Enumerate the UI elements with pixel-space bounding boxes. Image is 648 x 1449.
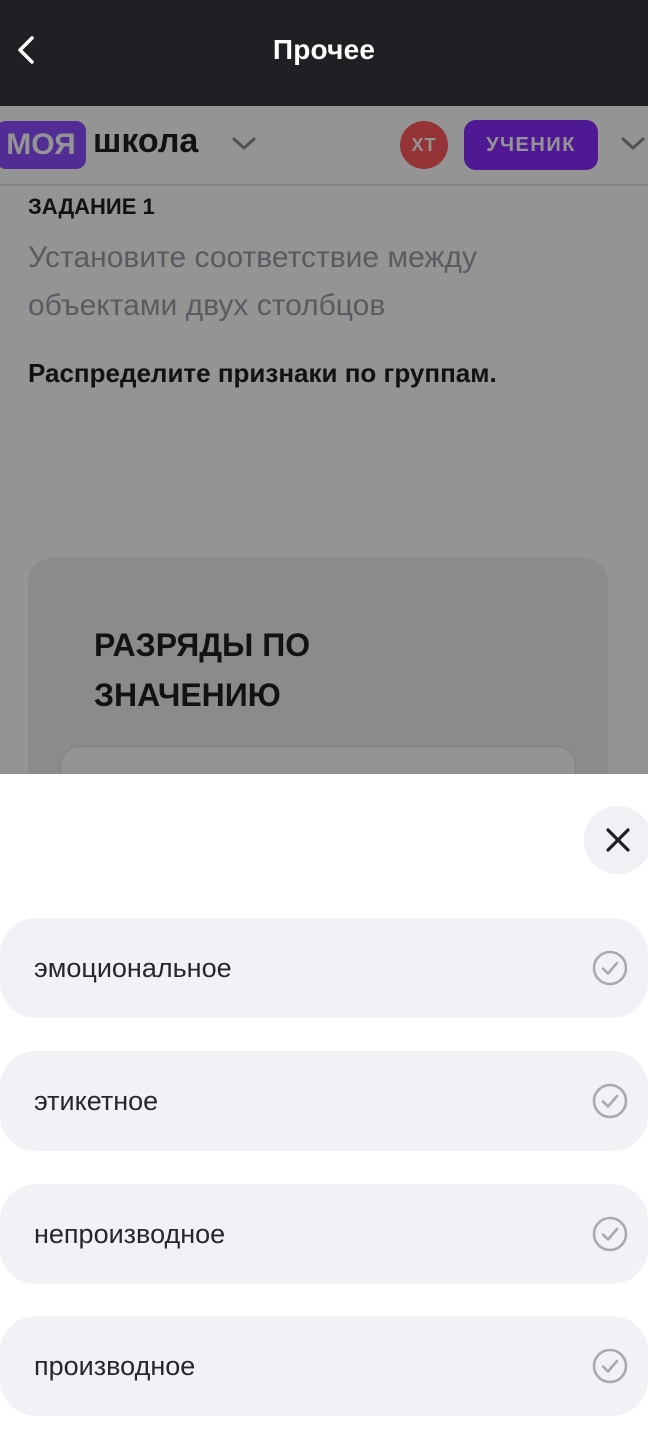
app-bar: Прочее: [0, 0, 648, 106]
page-content: МОЯ школа ХТ УЧЕНИК ЗАДАНИЕ 1 Установите…: [0, 106, 648, 774]
option-label: непроизводное: [34, 1218, 226, 1249]
option-item[interactable]: этикетное: [0, 1051, 648, 1151]
screen-title: Прочее: [272, 34, 376, 65]
option-label: этикетное: [34, 1085, 159, 1116]
check-circle-icon[interactable]: [592, 1083, 628, 1119]
close-button[interactable]: [584, 806, 648, 874]
dim-overlay[interactable]: [0, 106, 648, 774]
option-item[interactable]: непроизводное: [0, 1184, 648, 1284]
check-circle-icon[interactable]: [592, 1216, 628, 1252]
option-item[interactable]: эмоциональное: [0, 918, 648, 1018]
option-label: производное: [34, 1350, 196, 1381]
bottom-sheet: эмоциональное этикетное непроизводное пр…: [0, 774, 648, 1449]
close-icon: [606, 828, 630, 852]
option-item[interactable]: производное: [0, 1316, 648, 1416]
check-circle-icon[interactable]: [592, 1348, 628, 1384]
option-label: эмоциональное: [34, 952, 232, 983]
check-circle-icon[interactable]: [592, 950, 628, 986]
